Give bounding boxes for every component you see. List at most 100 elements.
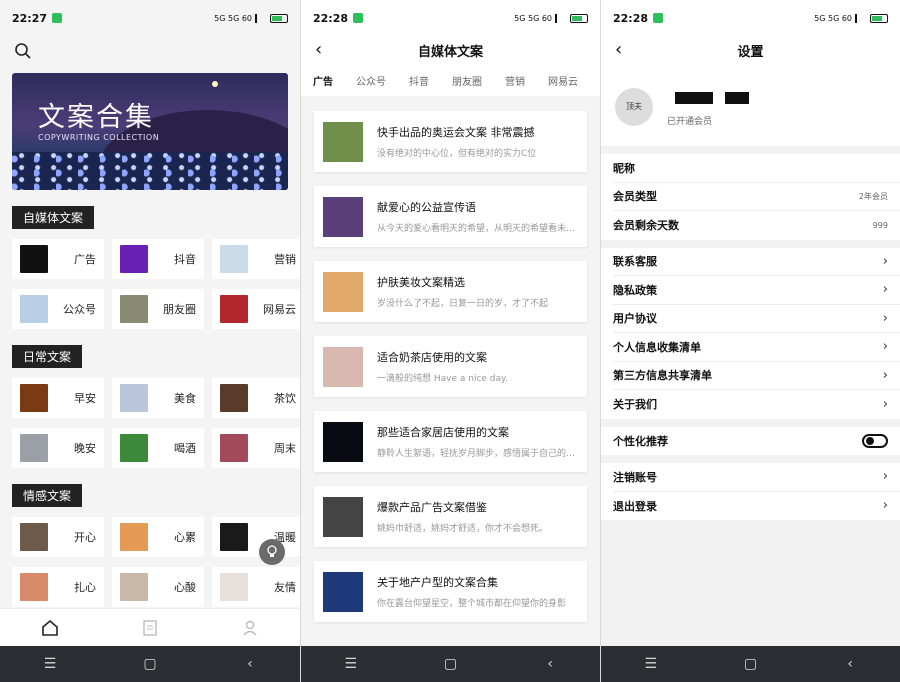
home-tab-icon[interactable] <box>40 618 60 638</box>
category-tab[interactable]: 抖音 <box>409 73 429 88</box>
back-arrow-icon[interactable]: ‹ <box>315 39 322 60</box>
menu-nav-icon[interactable]: ☰ <box>621 656 681 672</box>
category-tile[interactable]: 网易云 <box>212 289 300 329</box>
back-nav-icon[interactable]: ‹ <box>820 656 880 672</box>
category-tile[interactable]: 扎心 <box>12 567 104 607</box>
article-card[interactable]: 快手出品的奥运会文案 非常震撼 没有绝对的中心位，但有绝对的实力C位 <box>314 111 587 172</box>
settings-row[interactable]: 昵称 <box>613 154 900 183</box>
article-card[interactable]: 关于地产户型的文案合集 你在露台仰望星空，整个城市都在仰望你的身影 <box>314 561 587 622</box>
redacted-name <box>675 92 713 104</box>
settings-row[interactable]: 用户协议 › <box>613 305 900 333</box>
category-label: 营销 <box>274 253 296 266</box>
settings-row[interactable]: 会员剩余天数 999 <box>613 211 900 240</box>
category-tile[interactable]: 营销 <box>212 239 300 279</box>
article-card[interactable]: 适合奶茶店使用的文案 一滴般的纯想 Have a nice day. <box>314 336 587 397</box>
category-label: 心酸 <box>174 581 196 594</box>
category-tile[interactable]: 广告 <box>12 239 104 279</box>
status-network: 5G 5G 60 <box>514 13 552 23</box>
section-title: 情感文案 <box>12 484 83 507</box>
chevron-right-icon: › <box>882 339 888 355</box>
settings-row[interactable]: 会员类型 2年会员 <box>613 183 900 211</box>
settings-row[interactable]: 隐私政策 › <box>613 276 900 305</box>
category-thumbnail <box>20 295 48 323</box>
category-tile[interactable]: 心酸 <box>112 567 204 607</box>
category-tile[interactable]: 心累 <box>112 517 204 557</box>
category-tab[interactable]: 公众号 <box>356 73 386 88</box>
category-thumbnail <box>20 384 48 412</box>
category-label: 朋友圈 <box>163 303 196 316</box>
membership-group: 昵称 会员类型 2年会员 会员剩余天数 999 <box>601 154 900 240</box>
category-label: 心累 <box>174 531 196 544</box>
back-nav-icon[interactable]: ‹ <box>220 656 280 672</box>
settings-row[interactable]: 个性化推荐 <box>613 427 900 456</box>
category-tile[interactable]: 早安 <box>12 378 104 418</box>
category-tile[interactable]: 公众号 <box>12 289 104 329</box>
category-label: 早安 <box>74 392 96 405</box>
settings-row[interactable]: 关于我们 › <box>613 390 900 419</box>
article-text: 适合奶茶店使用的文案 一滴般的纯想 Have a nice day. <box>377 349 577 384</box>
chevron-right-icon: › <box>882 498 888 514</box>
banner[interactable]: 文案合集 COPYWRITING COLLECTION <box>12 73 288 190</box>
category-tile[interactable]: 温暖 <box>212 517 300 557</box>
category-tile[interactable]: 晚安 <box>12 428 104 468</box>
category-label: 开心 <box>74 531 96 544</box>
article-card[interactable]: 护肤美妆文案精选 岁没什么了不起，日复一日的岁，才了不起 <box>314 261 587 322</box>
category-thumbnail <box>220 523 248 551</box>
home-nav-icon[interactable]: ▢ <box>420 656 480 672</box>
settings-row[interactable]: 退出登录 › <box>613 492 900 521</box>
home-nav-icon[interactable]: ▢ <box>120 656 180 672</box>
category-tab[interactable]: 朋友圈 <box>452 73 482 88</box>
article-subtitle: 没有绝对的中心位，但有绝对的实力C位 <box>377 149 537 159</box>
banner-moon <box>212 81 218 87</box>
status-time: 22:28 <box>313 11 349 25</box>
category-tile[interactable]: 美食 <box>112 378 204 418</box>
category-thumbnail <box>120 295 148 323</box>
category-thumbnail <box>120 384 148 412</box>
category-tabs: 广告公众号抖音朋友圈营销网易云g <box>301 64 600 96</box>
category-tab[interactable]: 网易云 <box>548 73 578 88</box>
category-tile[interactable]: 朋友圈 <box>112 289 204 329</box>
menu-nav-icon[interactable]: ☰ <box>20 656 80 672</box>
category-thumbnail <box>20 434 48 462</box>
category-tile[interactable]: 开心 <box>12 517 104 557</box>
lightbulb-button[interactable] <box>259 539 285 565</box>
articles-tab-icon[interactable] <box>140 618 160 638</box>
category-tile[interactable]: 抖音 <box>112 239 204 279</box>
home-nav-icon[interactable]: ▢ <box>720 656 780 672</box>
settings-row[interactable]: 个人信息收集清单 › <box>613 333 900 362</box>
category-tile[interactable]: 友情 <box>212 567 300 607</box>
search-icon[interactable] <box>14 42 32 60</box>
back-nav-icon[interactable]: ‹ <box>520 656 580 672</box>
settings-row-value: 2年会员 <box>858 191 888 201</box>
personalization-toggle[interactable] <box>862 433 888 448</box>
back-arrow-icon[interactable]: ‹ <box>615 39 622 60</box>
category-thumbnail <box>220 384 248 412</box>
settings-row-label: 用户协议 <box>613 312 657 326</box>
article-card[interactable]: 那些适合家居店使用的文案 静聆人生絮语，轻抚岁月脚步，感悟属于自己的人生 <box>314 411 587 472</box>
article-card[interactable]: 献爱心的公益宣传语从今天的爱心看明天的希望，从明天的希望看未来的美好 <box>314 186 587 247</box>
article-thumbnail <box>323 571 363 612</box>
settings-row[interactable]: 第三方信息共享清单 › <box>613 362 900 390</box>
status-icons: 5G 5G 60 <box>214 13 288 23</box>
section-title: 日常文案 <box>12 345 83 368</box>
menu-nav-icon[interactable]: ☰ <box>321 656 381 672</box>
articles-header: ‹ 自媒体文案 <box>301 36 600 64</box>
profile-card[interactable]: 顶夫 已开通会员 <box>601 64 900 146</box>
article-thumbnail <box>323 496 363 537</box>
category-tab[interactable]: 营销 <box>505 73 525 88</box>
article-text: 关于地产户型的文案合集 你在露台仰望星空，整个城市都在仰望你的身影 <box>377 574 577 609</box>
settings-row[interactable]: 注销账号 › <box>613 463 900 492</box>
category-tile[interactable]: 喝酒 <box>112 428 204 468</box>
app-notification-icon <box>52 13 63 23</box>
category-tab[interactable]: 广告 <box>313 73 333 88</box>
settings-row-value: 999 <box>872 220 888 230</box>
settings-row[interactable]: 联系客服 › <box>613 248 900 276</box>
category-tile[interactable]: 周末 <box>212 428 300 468</box>
status-time: 22:28 <box>613 11 649 25</box>
article-title: 关于地产户型的文案合集 <box>377 576 498 589</box>
profile-tab-icon[interactable] <box>240 618 260 638</box>
category-tile[interactable]: 茶饮 <box>212 378 300 418</box>
avatar[interactable]: 顶夫 <box>615 88 653 126</box>
article-text: 护肤美妆文案精选 岁没什么了不起，日复一日的岁，才了不起 <box>377 274 577 309</box>
article-card[interactable]: 爆款产品广告文案借鉴 姚妈巾舒适，姚妈才舒适，你才不会想死。 <box>314 486 587 547</box>
